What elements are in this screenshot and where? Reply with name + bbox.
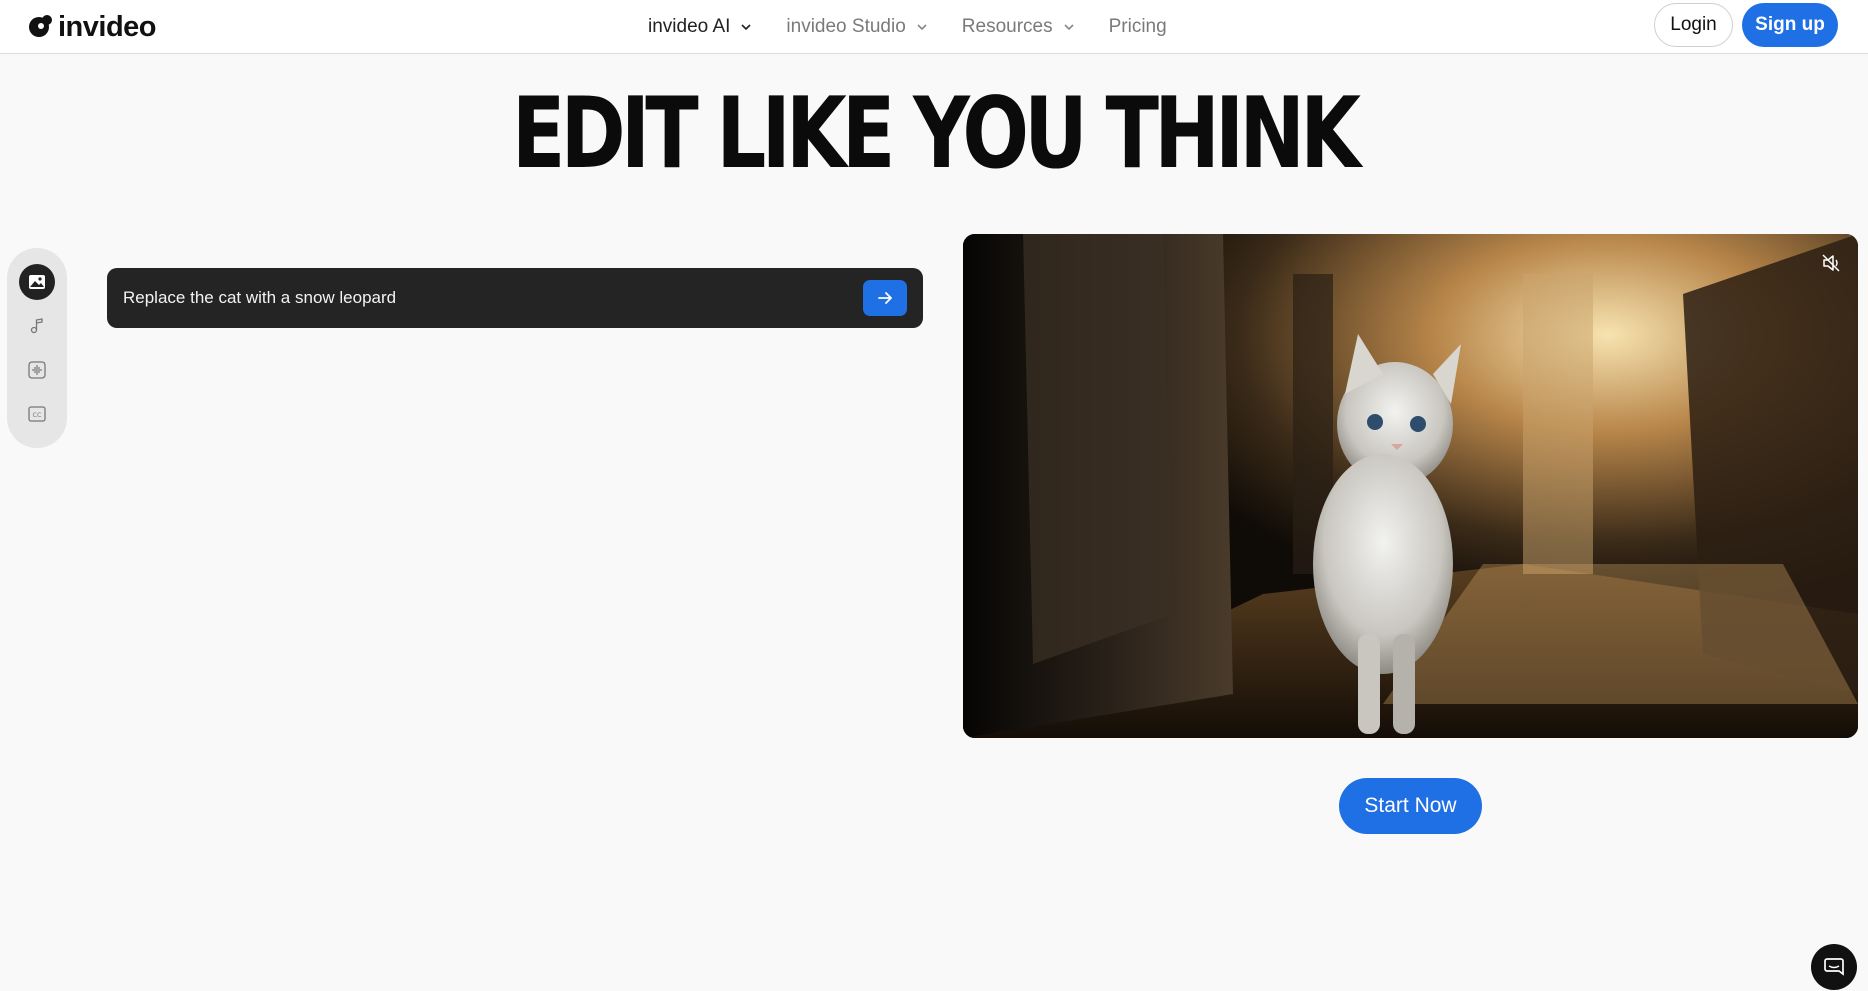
captions-icon: CC xyxy=(28,406,46,422)
chat-button[interactable] xyxy=(1811,944,1857,990)
video-preview[interactable] xyxy=(963,234,1858,738)
prompt-text: Replace the cat with a snow leopard xyxy=(123,288,397,307)
arrow-right-icon xyxy=(878,292,892,304)
start-now-button[interactable]: Start Now xyxy=(1339,778,1482,834)
logo-text: invideo xyxy=(58,10,157,43)
prompt-input[interactable]: Replace the cat with a snow leopard xyxy=(107,268,923,328)
tool-music[interactable] xyxy=(19,308,55,344)
nav-resources[interactable]: Resources xyxy=(962,16,1075,38)
chevron-down-icon xyxy=(741,24,751,31)
svg-text:CC: CC xyxy=(32,411,42,419)
volume-muted-icon[interactable] xyxy=(1820,252,1842,274)
nav-pricing-label: Pricing xyxy=(1108,16,1167,37)
chat-icon xyxy=(1824,958,1844,976)
main-nav: invideo AI invideo Studio Resources Pric… xyxy=(648,0,1201,54)
image-icon xyxy=(29,275,45,289)
signup-button[interactable]: Sign up xyxy=(1742,3,1838,47)
hero-headline: EDIT LIKE YOU THINK xyxy=(511,77,1361,191)
site-header: invideo invideo AI invideo Studio Resour… xyxy=(0,0,1868,54)
audio-wave-icon xyxy=(28,361,46,379)
nav-invideo-studio[interactable]: invideo Studio xyxy=(786,16,927,38)
nav-resources-label: Resources xyxy=(961,16,1053,37)
nav-invideo-studio-label: invideo Studio xyxy=(786,16,906,37)
chevron-down-icon xyxy=(917,24,927,31)
chevron-down-icon xyxy=(1064,24,1074,31)
tool-captions[interactable]: CC xyxy=(19,396,55,432)
tool-audio[interactable] xyxy=(19,352,55,388)
invideo-logo-icon xyxy=(29,15,52,37)
nav-invideo-ai[interactable]: invideo AI xyxy=(648,16,752,38)
invideo-logo[interactable]: invideo xyxy=(28,10,157,44)
nav-invideo-ai-label: invideo AI xyxy=(648,16,731,37)
login-button[interactable]: Login xyxy=(1654,3,1733,47)
send-button[interactable] xyxy=(863,280,907,316)
nav-pricing[interactable]: Pricing xyxy=(1109,16,1167,38)
tool-image[interactable] xyxy=(19,264,55,300)
video-frame-image xyxy=(963,234,1858,738)
tool-rail: CC xyxy=(7,248,67,448)
music-icon xyxy=(30,318,43,334)
